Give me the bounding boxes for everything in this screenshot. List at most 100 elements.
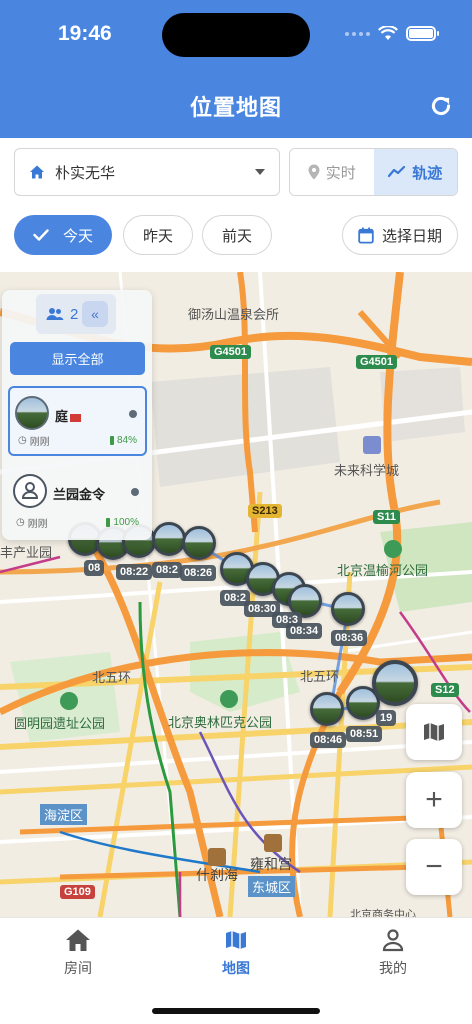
shield-s12: S12	[431, 683, 459, 697]
tab-map-label: 地图	[222, 960, 250, 976]
location-pin-icon	[308, 164, 320, 180]
tab-profile[interactable]: 我的	[353, 928, 433, 978]
collapse-panel-button[interactable]: «	[82, 301, 108, 327]
device-time: 刚刚	[29, 437, 50, 448]
temple-icon	[264, 834, 282, 852]
map-layers-button[interactable]	[406, 704, 462, 760]
map-label-olympic-park: 北京奥林匹克公园	[168, 715, 273, 730]
track-time-label: 08	[84, 560, 105, 576]
mode-toggle: 实时 轨迹	[289, 148, 458, 196]
mode-track-label: 轨迹	[412, 164, 443, 182]
user-icon	[21, 482, 39, 499]
shield-s213: S213	[248, 504, 282, 518]
clock-icon: ◷	[16, 517, 25, 528]
tab-map[interactable]: 地图	[196, 928, 276, 978]
users-icon	[46, 308, 64, 320]
map-label-yuanmingyuan: 圆明园遗址公园	[14, 716, 106, 731]
status-time: 19:46	[58, 22, 112, 45]
selector-value: 朴实无华	[55, 164, 116, 182]
device-count-value: 2	[70, 305, 79, 323]
map-label-hot-spring: 御汤山温泉会所	[188, 307, 280, 322]
park-icon	[384, 540, 402, 558]
building-icon	[363, 436, 381, 454]
page-title: 位置地图	[189, 95, 282, 120]
signal-icon	[345, 31, 370, 36]
device-name: 庭	[55, 406, 82, 425]
device-selector[interactable]: 朴实无华	[14, 148, 280, 196]
app-header: 19:46 位置地图	[0, 0, 472, 138]
chip-today-label: 今天	[62, 227, 93, 245]
pick-date-button[interactable]: 选择日期	[342, 215, 458, 255]
chip-day-before-label: 前天	[221, 227, 252, 245]
device-time: 刚刚	[27, 519, 48, 530]
track-time-label: 19	[376, 710, 397, 726]
battery-icon	[406, 26, 439, 41]
temple-icon	[208, 848, 226, 866]
device-battery: 84%	[116, 435, 137, 446]
battery-level-icon	[106, 518, 111, 527]
track-time-label: 08:51	[346, 726, 383, 742]
track-time-label: 08:2	[152, 562, 183, 578]
zoom-out-button[interactable]: −	[406, 839, 462, 895]
track-marker[interactable]	[310, 692, 344, 726]
show-all-button[interactable]: 显示全部	[10, 342, 145, 375]
device-item[interactable]: 兰园金令 ◷ 刚刚 100%	[8, 466, 147, 536]
flag-icon	[70, 413, 82, 422]
mode-track[interactable]: 轨迹	[373, 149, 457, 195]
home-icon	[30, 165, 44, 179]
map-label-wenyu-park: 北京温榆河公园	[337, 563, 429, 578]
chip-day-before[interactable]: 前天	[202, 215, 272, 255]
calendar-icon	[358, 227, 374, 244]
wifi-icon	[378, 26, 398, 40]
map-label-industry-park: 丰产业园	[0, 545, 53, 560]
battery-level-icon	[109, 436, 114, 445]
avatar	[15, 396, 49, 430]
status-dot	[129, 410, 137, 418]
refresh-icon[interactable]	[428, 93, 454, 119]
shield-g4501-right: G4501	[356, 355, 398, 369]
double-chevron-left-icon: «	[91, 306, 99, 322]
map-label-future-city: 未来科学城	[334, 463, 400, 478]
chevron-down-icon	[255, 169, 265, 175]
map-label-cbd: 北京商务中心	[350, 909, 416, 917]
park-icon	[220, 690, 238, 708]
track-time-label: 08:34	[286, 623, 323, 639]
tab-rooms[interactable]: 房间	[38, 928, 118, 978]
district-dongcheng: 东城区	[248, 876, 296, 897]
pick-date-label: 选择日期	[381, 227, 442, 245]
device-name: 兰园金令	[53, 487, 106, 502]
park-icon	[60, 692, 78, 710]
user-icon	[382, 929, 404, 952]
current-location-marker[interactable]	[372, 660, 418, 706]
shield-g109: G109	[60, 885, 95, 899]
track-time-label: 08:26	[180, 565, 217, 581]
track-time-label: 08:46	[310, 732, 347, 748]
trend-line-icon	[388, 165, 406, 178]
track-time-label: 08:36	[331, 630, 368, 646]
dynamic-island	[162, 13, 310, 57]
map-label-shichahai: 什刹海	[196, 867, 238, 883]
home-indicator	[152, 1008, 320, 1014]
map-label-north-5th-ring-right: 北五环	[300, 669, 340, 684]
chip-today[interactable]: 今天	[14, 215, 112, 255]
district-haidian: 海淀区	[40, 804, 88, 825]
check-icon	[33, 229, 49, 241]
mode-realtime-label: 实时	[325, 164, 356, 182]
map-label-yonghegong: 雍和宫	[250, 856, 292, 872]
device-item[interactable]: 庭 ◷ 刚刚 84%	[8, 386, 147, 456]
clock-icon: ◷	[18, 435, 27, 446]
zoom-in-button[interactable]: +	[406, 772, 462, 828]
shield-g4501-top: G4501	[210, 345, 252, 359]
home-icon	[66, 929, 90, 951]
tab-profile-label: 我的	[379, 960, 407, 976]
track-marker[interactable]	[152, 522, 186, 556]
avatar	[13, 474, 47, 508]
map-icon	[226, 931, 246, 949]
status-icons	[345, 26, 439, 41]
map-icon	[424, 723, 444, 741]
mode-realtime[interactable]: 实时	[290, 149, 374, 195]
chip-yesterday[interactable]: 昨天	[123, 215, 193, 255]
track-marker[interactable]	[331, 592, 365, 626]
track-marker[interactable]	[182, 526, 216, 560]
map-label-north-5th-ring-left: 北五环	[92, 670, 132, 685]
